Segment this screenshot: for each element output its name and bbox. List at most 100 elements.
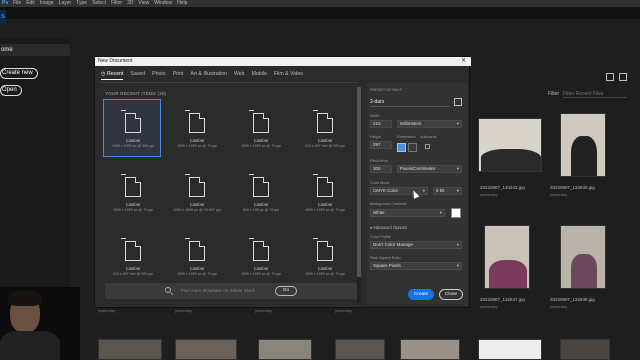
bit-depth-select[interactable]: 8 bit: [433, 187, 462, 195]
width-unit-select[interactable]: Millimeters: [397, 120, 462, 128]
item-dimensions: 1000 x 1000 px @ 72 ppi: [240, 272, 281, 276]
open-button[interactable]: Open: [0, 85, 22, 96]
recent-item-card[interactable]: Custom 1000 x 1000 px @ 300 ppi: [103, 99, 161, 157]
file-thumbnail[interactable]: [478, 118, 542, 172]
item-dimensions: 1000 x 1000 px @ 300 ppi: [111, 144, 154, 148]
preset-tabs: ◷ Recent Saved Photo Print Art & Illustr…: [101, 71, 303, 80]
recent-item-card[interactable]: Custom 1000 x 1000 px @ 76.997 ppi: [167, 163, 225, 221]
menu-filter[interactable]: Filter: [111, 0, 122, 7]
title-bar: [0, 7, 640, 19]
dialog-title: New Document: [95, 57, 471, 66]
menu-help[interactable]: Help: [177, 0, 187, 7]
artboards-checkbox[interactable]: [425, 144, 430, 149]
file-thumbnail[interactable]: [560, 113, 606, 177]
landscape-orientation-icon[interactable]: [408, 143, 417, 152]
menu-image[interactable]: Image: [40, 0, 54, 7]
height-input[interactable]: 297: [370, 141, 392, 149]
resolution-input[interactable]: 300: [370, 165, 392, 173]
menu-file[interactable]: File: [13, 0, 21, 7]
tab-mobile[interactable]: Mobile: [252, 71, 267, 80]
item-name: Custom: [189, 202, 205, 207]
grid-view-icon[interactable]: [606, 73, 614, 81]
tab-recent[interactable]: ◷ Recent: [101, 71, 124, 80]
item-name: Custom: [125, 266, 141, 271]
document-icon: [313, 238, 333, 261]
menu-type[interactable]: Type: [76, 0, 87, 7]
file-name: 20220907_133830.jpg: [550, 185, 595, 190]
sidebar-item-home[interactable]: ome: [0, 44, 70, 56]
pixel-aspect-select[interactable]: Square Pixels: [370, 262, 462, 270]
file-date: yesterday: [255, 308, 273, 313]
item-name: Custom: [317, 266, 333, 271]
color-mode-select[interactable]: CMYK Color: [370, 187, 428, 195]
document-name-input[interactable]: 2-dars: [370, 97, 450, 107]
menu-view[interactable]: View: [139, 0, 150, 7]
background-select[interactable]: White: [370, 209, 445, 217]
file-thumbnail[interactable]: [335, 339, 385, 360]
file-date: yesterday: [335, 308, 353, 313]
menu-edit[interactable]: Edit: [26, 0, 35, 7]
width-input[interactable]: 210: [370, 120, 392, 128]
recent-item-card[interactable]: Custom 210 x 297 mm @ 300 ppi: [103, 227, 161, 285]
tab-film-video[interactable]: Film & Video: [274, 71, 303, 80]
item-name: Custom: [317, 138, 333, 143]
file-thumbnail[interactable]: [98, 339, 162, 360]
portrait-orientation-icon[interactable]: [397, 143, 406, 152]
document-icon: [121, 174, 141, 197]
stock-search-input[interactable]: Find more templates on Adobe Stock: [181, 288, 255, 293]
save-preset-icon[interactable]: [454, 98, 462, 106]
advanced-options-label: Advanced Options: [373, 225, 408, 230]
document-icon: [313, 174, 333, 197]
recent-item-card[interactable]: Custom 1000 x 1000 px @ 72 ppi: [295, 227, 353, 285]
file-thumbnail[interactable]: [484, 225, 530, 289]
app-logo: Ps: [2, 0, 9, 6]
tab-print[interactable]: Print: [173, 71, 184, 80]
file-thumbnail[interactable]: [478, 339, 542, 360]
close-button[interactable]: Close: [439, 289, 463, 300]
file-thumbnail[interactable]: [175, 339, 237, 360]
recent-item-card[interactable]: Custom 1000 x 1000 px @ 72 ppi: [231, 227, 289, 285]
menu-bar: Ps File Edit Image Layer Type Select Fil…: [0, 0, 640, 7]
advanced-options-toggle[interactable]: ▾ Advanced Options: [370, 225, 407, 230]
item-dimensions: 1000 x 1000 px @ 72 ppi: [176, 144, 217, 148]
menu-window[interactable]: Window: [154, 0, 172, 7]
recent-item-card[interactable]: Custom 4500 x 1000 px @ 72 ppi: [295, 163, 353, 221]
menu-select[interactable]: Select: [92, 0, 106, 7]
tab-art-illustration[interactable]: Art & Illustration: [190, 71, 227, 80]
scrollbar-thumb[interactable]: [357, 87, 361, 277]
file-thumbnail[interactable]: [258, 339, 312, 360]
create-button[interactable]: Create: [408, 289, 434, 300]
presenter-body: [0, 331, 60, 360]
color-profile-select[interactable]: Don't Color Manage: [370, 241, 462, 249]
file-date: yesterday: [175, 308, 193, 313]
filter-input[interactable]: Filter Recent Files: [563, 91, 628, 98]
menu-layer[interactable]: Layer: [59, 0, 72, 7]
new-document-dialog: New Document ✕ ◷ Recent Saved Photo Prin…: [94, 56, 471, 308]
menu-3d[interactable]: 3D: [127, 0, 133, 7]
recent-item-card[interactable]: Custom 1000 x 1000 px @ 72 ppi: [231, 99, 289, 157]
resolution-unit-select[interactable]: Pixels/Centimeter: [397, 165, 462, 173]
recent-item-card[interactable]: Custom 210 x 297 mm @ 300 ppi: [295, 99, 353, 157]
recent-item-card[interactable]: Custom 500 x 135 px @ 72 ppi: [231, 163, 289, 221]
create-new-button[interactable]: Create new: [0, 68, 38, 79]
recent-item-card[interactable]: Custom 1000 x 1000 px @ 72 ppi: [167, 99, 225, 157]
close-icon[interactable]: ✕: [461, 57, 466, 66]
recent-item-card[interactable]: Custom 1000 x 1000 px @ 72 ppi: [167, 227, 225, 285]
tab-photo[interactable]: Photo: [152, 71, 166, 80]
recent-item-card[interactable]: Custom 2000 x 1000 px @ 72 ppi: [103, 163, 161, 221]
background-color-swatch[interactable]: [451, 208, 461, 218]
go-button[interactable]: Go: [275, 286, 297, 296]
tab-web[interactable]: Web: [234, 71, 245, 80]
item-name: Custom: [189, 266, 205, 271]
presenter-hair: [8, 290, 42, 306]
file-thumbnail[interactable]: [560, 339, 610, 360]
list-view-icon[interactable]: [619, 73, 627, 81]
file-thumbnail[interactable]: [400, 339, 460, 360]
document-icon: [185, 238, 205, 261]
tab-saved[interactable]: Saved: [130, 71, 145, 80]
width-label: Width: [370, 114, 380, 118]
item-name: Custom: [125, 202, 141, 207]
file-thumbnail[interactable]: [560, 225, 606, 289]
children-figures: [489, 260, 527, 288]
items-scrollbar[interactable]: [357, 87, 361, 303]
